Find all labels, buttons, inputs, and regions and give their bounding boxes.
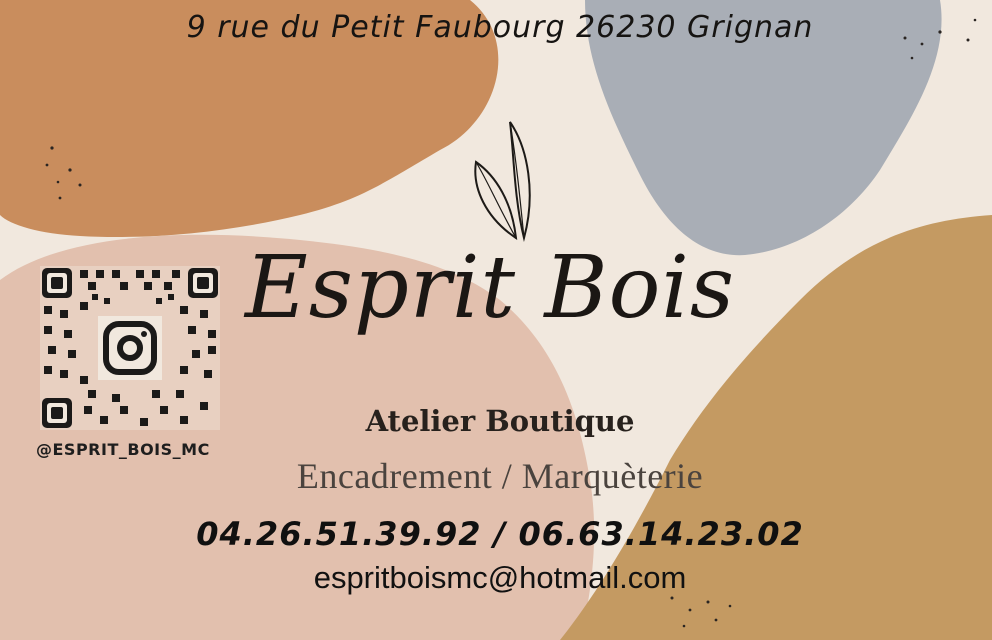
qr-code-icon	[40, 266, 220, 430]
business-card: 9 rue du Petit Faubourg 26230 Grignan Es…	[0, 0, 992, 640]
leaf-icon	[474, 121, 531, 242]
social-handle: @ESPRIT_BOIS_MC	[36, 440, 210, 459]
address: 9 rue du Petit Faubourg 26230 Grignan	[186, 10, 814, 45]
instagram-icon	[98, 316, 162, 380]
brand-name: Esprit Bois	[244, 238, 736, 338]
tagline: Atelier Boutique	[365, 404, 635, 438]
phone-numbers: 04.26.51.39.92 / 06.63.14.23.02	[196, 515, 804, 553]
services: Encadrement / Marquèterie	[296, 456, 704, 496]
email-address: espritboismc@hotmail.com	[313, 560, 687, 595]
